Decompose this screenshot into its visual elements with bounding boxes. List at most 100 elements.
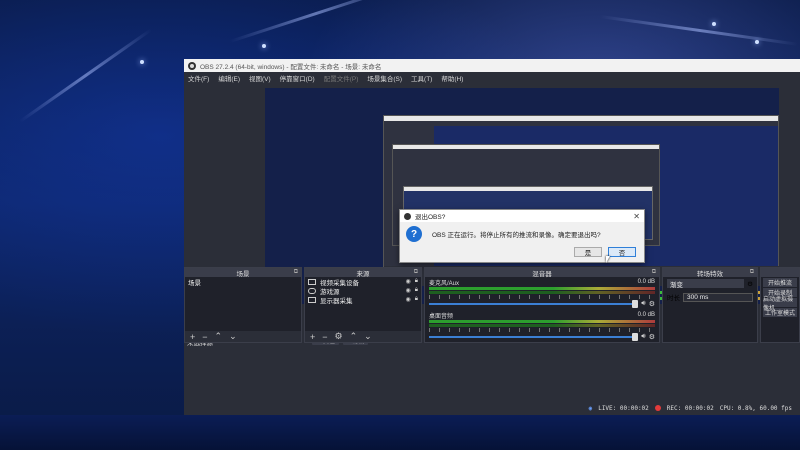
visibility-eye-icon[interactable]: ◉ bbox=[406, 278, 411, 285]
add-scene-icon[interactable]: + bbox=[190, 332, 195, 342]
rec-timer: REC: 00:00:02 bbox=[666, 404, 714, 412]
gear-icon[interactable]: ⚙ bbox=[649, 300, 655, 308]
lock-icon[interactable]: 🔒︎ bbox=[415, 287, 418, 294]
volume-meter bbox=[429, 324, 655, 327]
dialog-message: OBS 正在运行。将停止所有的推流和录像。确定要退出吗? bbox=[432, 232, 601, 239]
sources-dock: 来源 ⧉ 视频采集设备 ◉ 🔒︎ 游戏源 ◉ 🔒︎ 显示器采集 ◉ 🔒︎ + −… bbox=[304, 267, 422, 343]
volume-slider[interactable] bbox=[429, 333, 639, 341]
menu-tools[interactable]: 工具(T) bbox=[411, 73, 432, 83]
audio-mixer-dock: 混音器 ⧉ 麦克风/Aux 0.0 dB 🔊︎ ⚙ 桌面音频 0.0 dB 🔊︎… bbox=[424, 267, 660, 343]
menu-help[interactable]: 帮助(H) bbox=[441, 73, 463, 83]
lock-icon[interactable]: 🔒︎ bbox=[415, 296, 418, 303]
volume-meter bbox=[429, 287, 655, 290]
light-beam bbox=[599, 15, 799, 46]
close-icon[interactable]: ✕ bbox=[633, 212, 640, 221]
status-bar: ◉ LIVE: 00:00:02 REC: 00:00:02 CPU: 0.8%… bbox=[184, 401, 800, 415]
undock-icon[interactable]: ⧉ bbox=[750, 269, 754, 276]
menu-docks[interactable]: 停靠窗口(D) bbox=[280, 73, 315, 83]
mixer-title: 混音器 bbox=[532, 270, 552, 278]
transitions-dock-header: 转场特效 ⧉ bbox=[663, 268, 757, 278]
gamepad-icon bbox=[308, 287, 316, 294]
scenes-dock-header: 场景 ⧉ bbox=[185, 268, 301, 278]
camera-icon bbox=[308, 278, 316, 285]
source-name: 显示器采集 bbox=[320, 297, 353, 305]
light-beam bbox=[19, 28, 152, 123]
dialog-title-bar: 退出OBS? ✕ bbox=[400, 210, 644, 222]
title-bar: OBS 27.2.4 (64-bit, windows) - 配置文件: 未命名… bbox=[184, 59, 800, 72]
crowd-silhouette bbox=[0, 415, 800, 450]
track-name: 桌面音频 bbox=[429, 313, 454, 320]
volume-meter bbox=[429, 320, 655, 323]
start-streaming-button[interactable]: 开始推流 bbox=[763, 278, 797, 287]
studio-mode-button[interactable]: 工作室模式 bbox=[763, 308, 797, 317]
move-down-icon[interactable]: ⌄ bbox=[229, 331, 237, 342]
mixer-track: 麦克风/Aux 0.0 dB 🔊︎ ⚙ bbox=[425, 277, 659, 310]
menu-profile[interactable]: 配置文件(P) bbox=[324, 73, 359, 83]
gear-icon[interactable]: ⚙ bbox=[335, 331, 343, 342]
live-icon: ◉ bbox=[588, 404, 593, 412]
sources-dock-footer: + − ⚙ ⌃ ⌄ bbox=[305, 331, 421, 342]
menu-scene-collection[interactable]: 场景集合(S) bbox=[367, 73, 402, 83]
sources-dock-header: 来源 ⧉ bbox=[305, 268, 421, 278]
exit-dialog: 退出OBS? ✕ ? OBS 正在运行。将停止所有的推流和录像。确定要退出吗? … bbox=[399, 209, 645, 263]
gear-icon[interactable]: ⚙ bbox=[649, 333, 655, 341]
yes-button[interactable]: 是 bbox=[574, 247, 602, 257]
question-icon: ? bbox=[406, 226, 422, 242]
scenes-title: 场景 bbox=[236, 270, 250, 278]
track-db: 0.0 dB bbox=[637, 312, 655, 318]
transitions-dock: 转场特效 ⧉ 渐变 ⚙ 时长 300 ms bbox=[662, 267, 758, 343]
window-title: OBS 27.2.4 (64-bit, windows) - 配置文件: 未命名… bbox=[200, 63, 382, 71]
undock-icon[interactable]: ⧉ bbox=[652, 269, 656, 276]
mixer-track: 桌面音频 0.0 dB 🔊︎ ⚙ bbox=[425, 310, 659, 343]
no-button[interactable]: 否 bbox=[608, 247, 636, 257]
speaker-icon[interactable]: 🔊︎ bbox=[641, 333, 645, 341]
dialog-body: ? OBS 正在运行。将停止所有的推流和录像。确定要退出吗? bbox=[400, 222, 644, 242]
add-source-icon[interactable]: + bbox=[310, 332, 315, 342]
slider-handle[interactable] bbox=[632, 300, 639, 308]
cpu-fps: CPU: 0.8%, 60.00 fps bbox=[719, 404, 792, 412]
scenes-dock: 场景 ⧉ 场景 + − ⌃ ⌄ bbox=[184, 267, 302, 343]
source-list-item[interactable]: 显示器采集 ◉ 🔒︎ bbox=[305, 295, 421, 305]
dialog-buttons: 是 否 bbox=[574, 247, 636, 257]
duration-field[interactable]: 300 ms bbox=[683, 292, 753, 302]
menu-bar: 文件(F) 编辑(E) 视图(V) 停靠窗口(D) 配置文件(P) 场景集合(S… bbox=[184, 72, 800, 84]
transitions-title: 转场特效 bbox=[697, 270, 723, 278]
mouse-cursor-icon bbox=[606, 256, 610, 263]
move-up-icon[interactable]: ⌃ bbox=[215, 331, 223, 342]
move-up-icon[interactable]: ⌃ bbox=[350, 331, 358, 342]
move-down-icon[interactable]: ⌄ bbox=[364, 331, 372, 342]
duration-label: 时长 bbox=[667, 295, 680, 302]
visibility-eye-icon[interactable]: ◉ bbox=[406, 287, 411, 294]
stage-light bbox=[262, 44, 266, 48]
track-db: 0.0 dB bbox=[637, 279, 655, 285]
monitor-icon bbox=[308, 296, 316, 303]
controls-dock: 开始推流 开始录制 启动虚拟摄像机 工作室模式 bbox=[760, 267, 800, 343]
volume-slider[interactable] bbox=[429, 300, 639, 308]
menu-file[interactable]: 文件(F) bbox=[188, 73, 209, 83]
speaker-icon[interactable]: 🔊︎ bbox=[641, 300, 645, 308]
start-virtual-camera-button[interactable]: 启动虚拟摄像机 bbox=[763, 297, 797, 312]
menu-edit[interactable]: 编辑(E) bbox=[218, 73, 240, 83]
undock-icon[interactable]: ⧉ bbox=[294, 269, 298, 276]
menu-view[interactable]: 视图(V) bbox=[249, 73, 271, 83]
volume-meter bbox=[429, 291, 655, 294]
scenes-dock-footer: + − ⌃ ⌄ bbox=[185, 331, 301, 342]
light-beam bbox=[229, 0, 402, 43]
sources-title: 来源 bbox=[356, 270, 370, 278]
dialog-title: 退出OBS? bbox=[415, 214, 446, 221]
remove-scene-icon[interactable]: − bbox=[202, 332, 207, 342]
stage-light bbox=[712, 22, 716, 26]
live-timer: LIVE: 00:00:02 bbox=[598, 404, 649, 412]
scene-list-item[interactable]: 场景 bbox=[185, 277, 301, 287]
undock-icon[interactable]: ⧉ bbox=[414, 269, 418, 276]
remove-source-icon[interactable]: − bbox=[322, 332, 327, 342]
lock-icon[interactable]: 🔒︎ bbox=[415, 278, 418, 285]
transition-select[interactable]: 渐变 bbox=[667, 279, 745, 289]
record-icon bbox=[654, 405, 661, 411]
stage-light bbox=[755, 40, 759, 44]
visibility-eye-icon[interactable]: ◉ bbox=[406, 296, 411, 303]
slider-handle[interactable] bbox=[632, 333, 639, 341]
obs-logo-icon bbox=[404, 212, 411, 220]
gear-icon[interactable]: ⚙ bbox=[747, 280, 753, 288]
obs-logo-icon bbox=[188, 61, 196, 70]
